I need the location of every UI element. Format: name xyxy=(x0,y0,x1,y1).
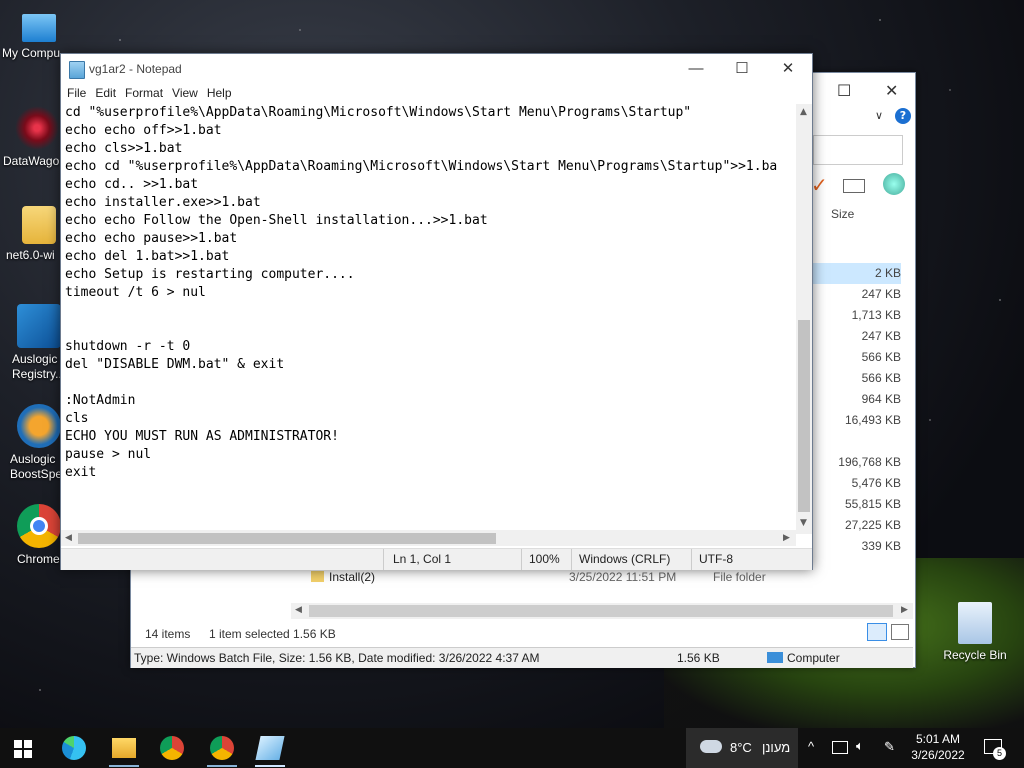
explorer-status-bar: 14 items 1 item selected 1.56 KB xyxy=(131,621,913,645)
scroll-down-icon[interactable]: ▼ xyxy=(800,518,807,528)
status-divider xyxy=(571,549,572,570)
text-editor[interactable]: cd "%userprofile%\AppData\Roaming\Micros… xyxy=(61,104,800,534)
chevron-up-icon[interactable]: ^ xyxy=(808,739,814,754)
horizontal-scrollbar[interactable]: ◀ ▶ xyxy=(61,530,796,546)
volume-icon[interactable]: 🔈︎ xyxy=(856,738,864,754)
scroll-left-icon[interactable]: ◀ xyxy=(65,533,72,543)
status-divider xyxy=(521,549,522,570)
clock[interactable]: 5:01 AM 3/26/2022 xyxy=(910,731,966,763)
menu-bar: File Edit Format View Help xyxy=(61,84,812,104)
folder-zip-icon xyxy=(22,206,56,244)
close-icon[interactable]: ✕ xyxy=(765,56,811,82)
active-indicator xyxy=(255,765,285,767)
title-bar[interactable]: vg1ar2 - Notepad — ☐ ✕ xyxy=(61,54,812,84)
menu-edit[interactable]: Edit xyxy=(89,84,119,100)
chevron-down-icon[interactable]: ∨ xyxy=(875,109,883,122)
clock-time: 5:01 AM xyxy=(915,732,961,746)
file-date: 3/25/2022 11:51 PM xyxy=(569,570,677,584)
mandala-icon xyxy=(15,106,59,150)
status-divider xyxy=(383,549,384,570)
vertical-scrollbar[interactable]: ▲ ▼ xyxy=(796,104,812,534)
shell-icon[interactable] xyxy=(883,173,905,195)
computer-icon xyxy=(22,14,56,42)
encoding: UTF-8 xyxy=(699,552,733,566)
scroll-thumb[interactable] xyxy=(798,320,810,512)
minimize-icon[interactable]: — xyxy=(673,56,719,82)
details-text: Type: Windows Batch File, Size: 1.56 KB,… xyxy=(134,651,540,665)
file-type: File folder xyxy=(713,570,766,584)
registry-cleaner-icon xyxy=(17,304,61,348)
checkmark-icon[interactable]: ✓ xyxy=(811,173,828,197)
scroll-right-icon[interactable]: ▶ xyxy=(783,533,790,543)
recycle-bin-icon xyxy=(958,602,992,644)
large-icons-view-icon[interactable] xyxy=(891,624,909,640)
scroll-up-icon[interactable]: ▲ xyxy=(800,107,807,117)
search-input[interactable] xyxy=(813,135,903,165)
desktop-icon-label: Auslogic Registry... xyxy=(12,352,66,381)
explorer-details-bar: Type: Windows Batch File, Size: 1.56 KB,… xyxy=(131,647,913,668)
details-location: Computer xyxy=(787,651,840,665)
file-name: Install(2) xyxy=(329,570,376,584)
maximize-icon[interactable]: ☐ xyxy=(719,56,765,82)
taskbar: 8°C מעונן ^ 🔈︎ ✎ 5:01 AM 3/26/2022 5 xyxy=(0,728,1024,768)
notification-badge: 5 xyxy=(993,747,1006,760)
folder-icon xyxy=(311,571,324,582)
chrome-icon xyxy=(17,504,61,548)
weather-condition: מעונן xyxy=(762,740,791,755)
active-indicator xyxy=(109,765,139,767)
menu-help[interactable]: Help xyxy=(201,84,235,100)
active-indicator xyxy=(207,765,237,767)
details-view-icon[interactable] xyxy=(867,623,887,641)
zoom-level: 100% xyxy=(529,552,560,566)
notepad-window[interactable]: vg1ar2 - Notepad — ☐ ✕ File Edit Format Vie… xyxy=(60,53,813,570)
close-icon[interactable]: ✕ xyxy=(885,81,898,100)
scroll-thumb[interactable] xyxy=(309,605,893,617)
chrome-icon[interactable] xyxy=(210,736,234,760)
desktop-icon-recycle-bin[interactable]: Recycle Bin xyxy=(938,602,1012,663)
scroll-thumb[interactable] xyxy=(78,533,496,544)
weather-temp: 8°C xyxy=(730,740,752,755)
weather-widget[interactable]: 8°C מעונן xyxy=(686,728,798,768)
file-explorer-icon[interactable] xyxy=(112,738,136,758)
edge-icon[interactable] xyxy=(62,736,86,760)
line-endings: Windows (CRLF) xyxy=(579,552,671,566)
items-count: 14 items xyxy=(145,627,191,641)
details-size: 1.56 KB xyxy=(677,651,720,665)
file-row-install[interactable]: Install(2) 3/25/2022 11:51 PM File folde… xyxy=(309,569,929,587)
status-divider xyxy=(691,549,692,570)
rename-icon[interactable] xyxy=(843,179,865,193)
notepad-icon xyxy=(69,61,85,79)
window-title: vg1ar2 - Notepad xyxy=(89,62,182,76)
network-icon[interactable] xyxy=(832,741,848,754)
clock-date: 3/26/2022 xyxy=(911,748,965,762)
chrome-icon[interactable] xyxy=(160,736,184,760)
menu-view[interactable]: View xyxy=(166,84,201,100)
pen-icon[interactable]: ✎ xyxy=(884,739,895,755)
help-icon[interactable]: ? xyxy=(895,108,911,124)
selection-info: 1 item selected 1.56 KB xyxy=(209,627,336,641)
column-header-size[interactable]: Size xyxy=(831,207,854,221)
start-windows-icon[interactable] xyxy=(14,740,32,758)
status-bar: Ln 1, Col 1 100% Windows (CRLF) UTF-8 xyxy=(61,548,812,570)
speedometer-icon xyxy=(17,404,61,448)
scroll-left-icon[interactable]: ◀ xyxy=(295,605,302,615)
cloud-icon xyxy=(700,740,722,753)
horizontal-scrollbar[interactable]: ◀ ▶ xyxy=(291,603,913,619)
cursor-position: Ln 1, Col 1 xyxy=(393,552,452,566)
computer-icon xyxy=(767,652,783,663)
notepad-icon[interactable] xyxy=(255,736,285,760)
scroll-right-icon[interactable]: ▶ xyxy=(901,605,908,615)
menu-format[interactable]: Format xyxy=(119,84,166,100)
menu-file[interactable]: File xyxy=(61,84,89,100)
desktop-icon-label: Recycle Bin xyxy=(943,648,1007,662)
maximize-icon[interactable]: ☐ xyxy=(837,81,851,100)
